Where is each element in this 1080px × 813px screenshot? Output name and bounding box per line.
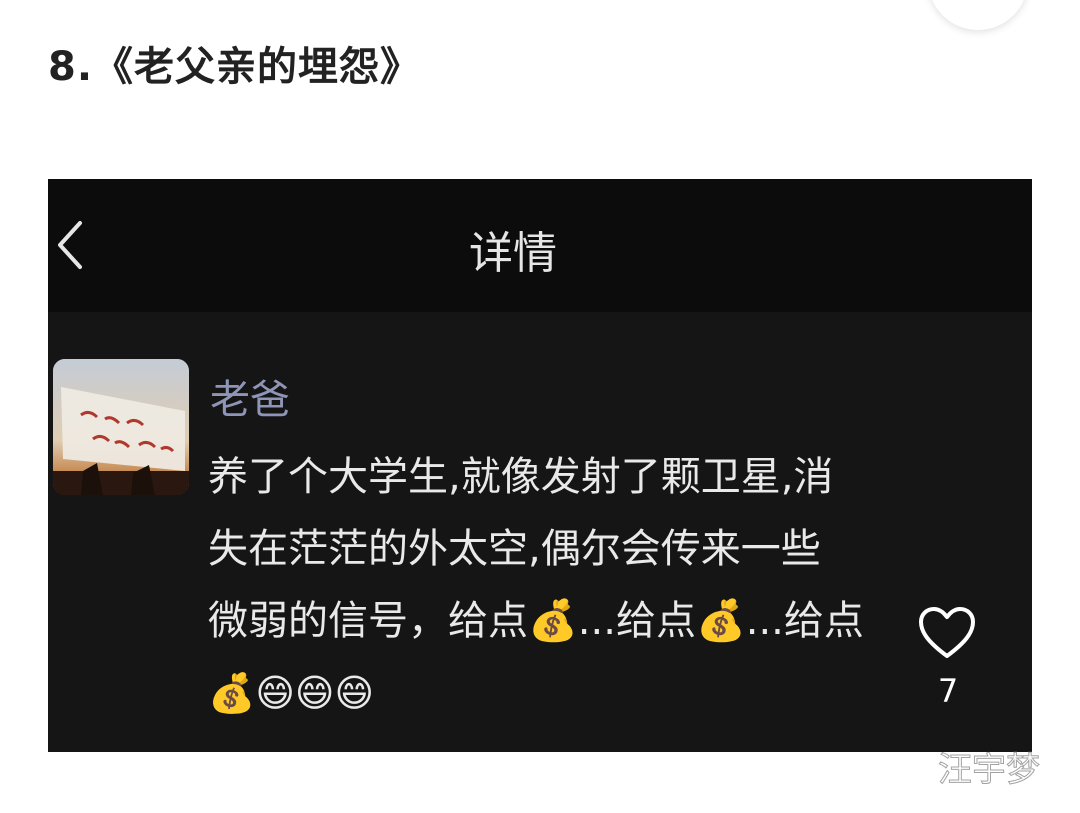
like-count: 7 [937, 672, 959, 710]
avatar[interactable] [53, 359, 189, 495]
floating-action-circle[interactable] [928, 0, 1028, 30]
message-line: 养了个大学生,就像发射了颗卫星,消 [208, 454, 834, 500]
message-text: 养了个大学生,就像发射了颗卫星,消 失在茫茫的外太空,偶尔会传来一些 微弱的信号… [208, 441, 1008, 729]
chat-screenshot: 详情 老爸 养了个大学生,就像发射了颗卫星,消 失在茫茫的外太空,偶尔会传来一些… [48, 179, 1032, 752]
message-line: 失在茫茫的外太空,偶尔会传来一些 [208, 526, 821, 572]
watermark: 汪宇梦 [938, 750, 1041, 791]
page: 8.《老父亲的埋怨》 详情 老爸 养了个大学生,就像发射了颗卫星,消 失在茫茫的… [0, 0, 1080, 813]
page-title: 详情 [469, 228, 557, 279]
message-line: 微弱的信号，给点💰...给点💰...给点 [208, 598, 864, 644]
sender-name[interactable]: 老爸 [210, 367, 290, 425]
article-title: 8.《老父亲的埋怨》 [48, 44, 422, 90]
message-line: 💰😄😄😄 [208, 671, 375, 715]
heart-icon[interactable] [918, 606, 976, 660]
nav-bar: 详情 [48, 179, 1032, 312]
